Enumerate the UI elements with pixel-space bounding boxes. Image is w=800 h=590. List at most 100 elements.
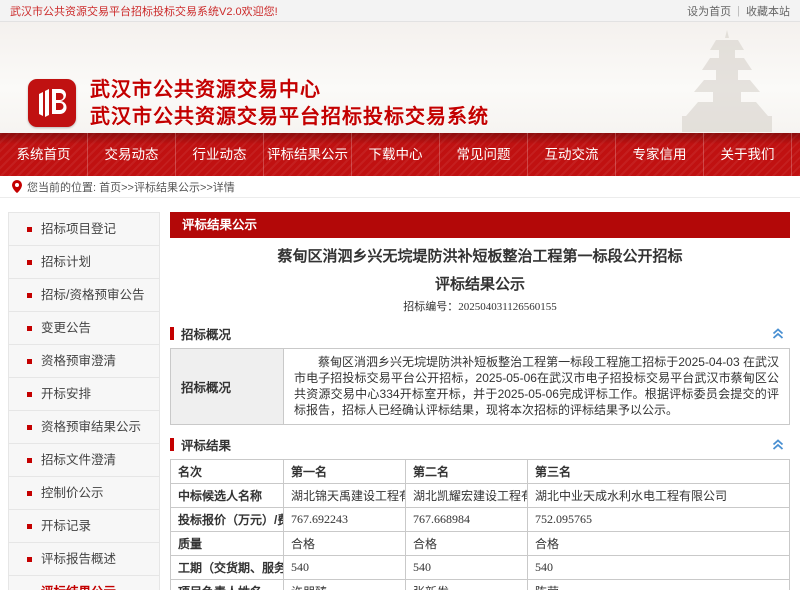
row-value-first: 540: [284, 556, 406, 580]
sidebar-item[interactable]: 评标报告概述: [9, 543, 159, 576]
bullet-icon: [27, 425, 32, 430]
overview-table: 招标概况 蔡甸区消泗乡兴无垸堤防洪补短板整治工程第一标段工程施工招标于2025-…: [170, 348, 790, 425]
row-label: 中标候选人名称: [171, 484, 284, 508]
main-panel: 评标结果公示 蔡甸区消泗乡兴无垸堤防洪补短板整治工程第一标段公开招标 评标结果公…: [170, 212, 790, 590]
table-row: 工期（交货期、服务期） 540 540 540: [171, 556, 790, 580]
section-accent-bar: [170, 438, 174, 451]
top-utility-bar: 武汉市公共资源交易平台招标投标交易系统V2.0欢迎您! 设为首页 | 收藏本站: [0, 0, 800, 22]
row-value-first: 767.692243: [284, 508, 406, 532]
sidebar-item[interactable]: 开标安排: [9, 378, 159, 411]
collapse-chevrons-icon[interactable]: [772, 439, 784, 450]
bid-number-value: 202504031126560155: [458, 301, 557, 313]
result-section-header: 评标结果: [170, 434, 790, 454]
nav-item[interactable]: 关于我们: [704, 133, 792, 176]
table-row: 投标报价（万元）/费率 767.692243 767.668984 752.09…: [171, 508, 790, 532]
sidebar-item[interactable]: 招标项目登记: [9, 213, 159, 246]
sidebar-item-label: 评标报告概述: [41, 543, 116, 575]
sidebar-item-label: 招标/资格预审公告: [41, 279, 144, 311]
bid-number-label: 招标编号：: [403, 301, 458, 313]
breadcrumb: 您当前的位置: 首页>>评标结果公示>>详情: [27, 179, 235, 195]
sidebar-item-label: 招标计划: [41, 246, 91, 278]
row-value-first: 合格: [284, 532, 406, 556]
row-value-second: 湖北凯耀宏建设工程有限公司: [406, 484, 528, 508]
row-value-third: 752.095765: [528, 508, 790, 532]
sidebar-item[interactable]: 评标结果公示: [9, 576, 159, 590]
row-value-third: 陈荣: [528, 580, 790, 590]
bullet-icon: [27, 458, 32, 463]
sidebar-item-label: 评标结果公示: [41, 576, 116, 590]
row-value-first: 第一名: [284, 460, 406, 484]
document-title-line1: 蔡甸区消泗乡兴无垸堤防洪补短板整治工程第一标段公开招标: [170, 247, 790, 266]
row-value-first: 湖北锦天禹建设工程有限公司: [284, 484, 406, 508]
overview-section-title: 招标概况: [181, 324, 231, 343]
bullet-icon: [27, 359, 32, 364]
nav-item[interactable]: 下载中心: [352, 133, 440, 176]
collapse-chevrons-icon[interactable]: [772, 328, 784, 339]
sidebar-item[interactable]: 开标记录: [9, 510, 159, 543]
welcome-text: 武汉市公共资源交易平台招标投标交易系统V2.0欢迎您!: [10, 3, 278, 19]
row-value-third: 540: [528, 556, 790, 580]
sidebar-item-label: 开标安排: [41, 378, 91, 410]
row-value-second: 合格: [406, 532, 528, 556]
row-label: 投标报价（万元）/费率: [171, 508, 284, 532]
overview-row-label: 招标概况: [171, 349, 284, 425]
table-row: 质量 合格 合格 合格: [171, 532, 790, 556]
sidebar-menu: 招标项目登记 招标计划 招标/资格预审公告 变更公告: [8, 212, 160, 590]
document-title-line2: 评标结果公示: [170, 275, 790, 294]
row-value-second: 767.668984: [406, 508, 528, 532]
sidebar-item[interactable]: 招标文件澄清: [9, 444, 159, 477]
row-value-third: 湖北中业天成水利水电工程有限公司: [528, 484, 790, 508]
result-section-title: 评标结果: [181, 435, 231, 454]
row-label: 名次: [171, 460, 284, 484]
main-nav: 系统首页 交易动态 行业动态 评标结果公示 下载中心 常见问题 互动交流 专家信…: [0, 133, 800, 176]
site-banner: 武汉市公共资源交易中心 武汉市公共资源交易平台招标投标交易系统: [0, 22, 800, 133]
row-value-first: 许朋臻: [284, 580, 406, 590]
sidebar-item-label: 资格预审结果公示: [41, 411, 141, 443]
section-accent-bar: [170, 327, 174, 340]
set-homepage-link[interactable]: 设为首页: [687, 3, 731, 19]
row-value-second: 第二名: [406, 460, 528, 484]
org-title: 武汉市公共资源交易中心: [90, 77, 489, 104]
overview-paragraph: 蔡甸区消泗乡兴无垸堤防洪补短板整治工程第一标段工程施工招标于2025-04-03…: [294, 354, 779, 418]
system-title: 武汉市公共资源交易平台招标投标交易系统: [90, 104, 489, 131]
sidebar-item[interactable]: 资格预审澄清: [9, 345, 159, 378]
site-logo[interactable]: [28, 79, 76, 127]
content-area: 招标项目登记 招标计划 招标/资格预审公告 变更公告: [0, 198, 800, 590]
overview-row-text: 蔡甸区消泗乡兴无垸堤防洪补短板整治工程第一标段工程施工招标于2025-04-03…: [284, 349, 790, 425]
nav-item[interactable]: 常见问题: [440, 133, 528, 176]
bullet-icon: [27, 293, 32, 298]
page: 武汉市公共资源交易平台招标投标交易系统V2.0欢迎您! 设为首页 | 收藏本站: [0, 0, 800, 590]
table-row: 项目负责人姓名 许朋臻 张新发 陈荣: [171, 580, 790, 590]
row-value-second: 540: [406, 556, 528, 580]
bullet-icon: [27, 326, 32, 331]
sidebar-item[interactable]: 招标计划: [9, 246, 159, 279]
overview-section-header: 招标概况: [170, 323, 790, 343]
row-label: 工期（交货期、服务期）: [171, 556, 284, 580]
bullet-icon: [27, 491, 32, 496]
bullet-icon: [27, 260, 32, 265]
row-value-third: 合格: [528, 532, 790, 556]
pagoda-watermark-icon: [672, 28, 782, 133]
sidebar-item[interactable]: 变更公告: [9, 312, 159, 345]
nav-item[interactable]: 交易动态: [88, 133, 176, 176]
sidebar-item[interactable]: 招标/资格预审公告: [9, 279, 159, 312]
nav-item[interactable]: 互动交流: [528, 133, 616, 176]
nav-item[interactable]: 专家信用: [616, 133, 704, 176]
sidebar-item-label: 资格预审澄清: [41, 345, 116, 377]
sidebar-item-label: 控制价公示: [41, 477, 104, 509]
row-label: 质量: [171, 532, 284, 556]
nav-item[interactable]: 系统首页: [0, 133, 88, 176]
row-value-third: 第三名: [528, 460, 790, 484]
breadcrumb-bar: 您当前的位置: 首页>>评标结果公示>>详情: [0, 176, 800, 198]
sidebar-item-label: 招标项目登记: [41, 213, 116, 245]
row-label: 项目负责人姓名: [171, 580, 284, 590]
bullet-icon: [27, 392, 32, 397]
bullet-icon: [27, 557, 32, 562]
table-row: 中标候选人名称 湖北锦天禹建设工程有限公司 湖北凯耀宏建设工程有限公司 湖北中业…: [171, 484, 790, 508]
favorite-site-link[interactable]: 收藏本站: [746, 3, 790, 19]
nav-item[interactable]: 行业动态: [176, 133, 264, 176]
nav-item[interactable]: 评标结果公示: [264, 133, 352, 176]
sidebar-item-label: 开标记录: [41, 510, 91, 542]
sidebar-item[interactable]: 资格预审结果公示: [9, 411, 159, 444]
sidebar-item[interactable]: 控制价公示: [9, 477, 159, 510]
